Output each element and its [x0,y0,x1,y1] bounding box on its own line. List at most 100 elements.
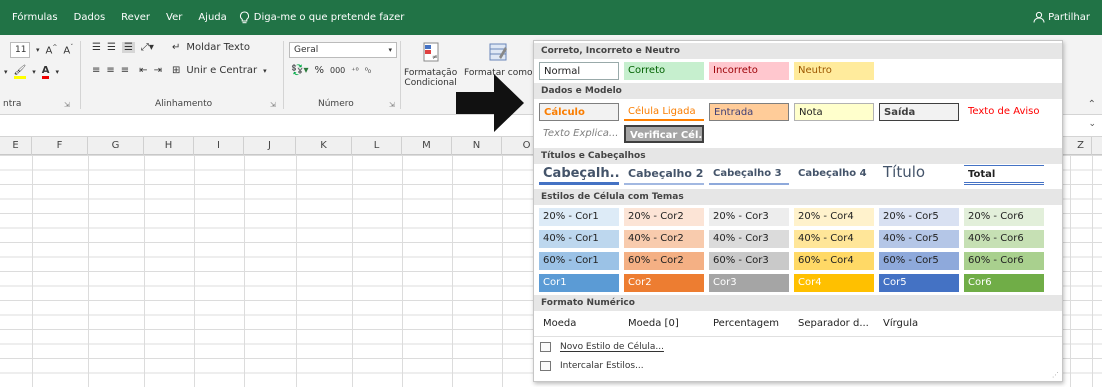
style-check-cell[interactable]: Verificar Cél... [624,125,704,143]
style-20-accent2[interactable]: 20% - Cor2 [624,208,704,226]
style-20-accent1[interactable]: 20% - Cor1 [539,208,619,226]
grow-font-icon[interactable]: A^ [46,44,58,56]
number-launcher-icon[interactable]: ⇲ [389,101,395,109]
style-40-accent3[interactable]: 40% - Cor3 [709,230,789,248]
style-60-accent4[interactable]: 60% - Cor4 [794,252,874,270]
font-color-dropdown-icon[interactable]: ▾ [55,68,59,76]
font-launcher-icon[interactable]: ⇲ [64,101,70,109]
style-heading-4[interactable]: Cabeçalho 4 [794,165,874,185]
style-accent5[interactable]: Cor5 [879,274,959,292]
style-accent3[interactable]: Cor3 [709,274,789,292]
style-comma[interactable]: Separador d... [794,315,874,333]
tab-view[interactable]: Ver [158,12,190,23]
align-left-icon[interactable]: ≡ [92,65,100,76]
style-60-accent6[interactable]: 60% - Cor6 [964,252,1044,270]
style-accent1[interactable]: Cor1 [539,274,619,292]
conditional-formatting-button[interactable]: ≠ Formatação Condicional [404,41,457,88]
formula-expand-icon[interactable]: ⌄ [1088,119,1096,129]
column-header[interactable]: I [194,137,244,155]
tab-help[interactable]: Ajuda [190,12,234,23]
style-good[interactable]: Correto [624,62,704,80]
orientation-icon[interactable]: ⤢▾ [141,42,154,53]
wrap-text-button[interactable]: Moldar Texto [186,42,250,53]
wrap-text-icon[interactable]: ↵ [172,42,180,53]
style-40-accent5[interactable]: 40% - Cor5 [879,230,959,248]
new-cell-style-item[interactable]: Novo Estilo de Célula... [540,342,664,352]
merge-styles-item[interactable]: Intercalar Estilos... [540,361,644,371]
column-header[interactable]: F [32,137,88,155]
style-20-accent6[interactable]: 20% - Cor6 [964,208,1044,226]
style-comma-0[interactable]: Vírgula [879,315,959,333]
column-header[interactable]: K [296,137,352,155]
style-explanatory-text[interactable]: Texto Explica... [539,125,619,143]
style-60-accent2[interactable]: 60% - Cor2 [624,252,704,270]
align-right-icon[interactable]: ≡ [121,65,129,76]
column-header[interactable]: M [402,137,452,155]
percent-button[interactable]: % [314,65,324,76]
alignment-launcher-icon[interactable]: ⇲ [270,101,276,109]
style-normal[interactable]: Normal [539,62,619,80]
column-header[interactable]: H [144,137,194,155]
style-calculation[interactable]: Cálculo [539,103,619,121]
style-40-accent1[interactable]: 40% - Cor1 [539,230,619,248]
style-heading-3[interactable]: Cabeçalho 3 [709,165,789,185]
style-20-accent4[interactable]: 20% - Cor4 [794,208,874,226]
number-format-combo[interactable]: Geral ▾ [289,42,397,58]
dropdown-icon[interactable]: ▾ [4,68,8,76]
column-header[interactable]: N [452,137,502,155]
currency-icon[interactable]: 💱▾ [291,65,308,76]
format-as-table-button[interactable]: Formatar como [464,41,533,78]
style-total[interactable]: Total [964,165,1044,185]
style-40-accent2[interactable]: 40% - Cor2 [624,230,704,248]
font-color-icon[interactable]: A [41,65,50,79]
style-accent4[interactable]: Cor4 [794,274,874,292]
increase-decimal-icon[interactable]: ⁺⁰ [351,66,358,75]
style-note[interactable]: Nota [794,103,874,121]
align-bottom-icon[interactable]: ☰ [121,42,135,53]
increase-indent-icon[interactable]: ⇥ [154,65,162,76]
style-warning-text[interactable]: Texto de Aviso [964,103,1049,121]
merge-center-icon[interactable]: ⊞ [172,65,180,76]
style-60-accent3[interactable]: 60% - Cor3 [709,252,789,270]
style-60-accent1[interactable]: 60% - Cor1 [539,252,619,270]
style-heading-2[interactable]: Cabeçalho 2 [624,165,704,185]
shrink-font-icon[interactable]: Aˇ [63,44,73,56]
decrease-decimal-icon[interactable]: ⁰₀ [365,66,371,75]
style-40-accent6[interactable]: 40% - Cor6 [964,230,1044,248]
style-neutral[interactable]: Neutro [794,62,874,80]
align-middle-icon[interactable]: ☰ [107,42,116,53]
resize-grip-icon[interactable]: ⋰ [1052,371,1059,379]
share-button[interactable]: Partilhar [1033,11,1090,23]
column-header[interactable]: G [88,137,144,155]
style-20-accent5[interactable]: 20% - Cor5 [879,208,959,226]
font-size-combo[interactable]: 11 [10,42,30,58]
column-header[interactable]: E [0,137,32,155]
thousands-button[interactable]: 000 [330,66,345,75]
align-center-icon[interactable]: ≡ [106,65,114,76]
font-size-dropdown-icon[interactable]: ▾ [36,46,40,54]
style-accent6[interactable]: Cor6 [964,274,1044,292]
style-40-accent4[interactable]: 40% - Cor4 [794,230,874,248]
tell-me-box[interactable]: Diga-me o que pretende fazer [239,11,404,24]
style-heading-1[interactable]: Cabeçalh... [539,165,619,185]
style-currency-0[interactable]: Moeda [0] [624,315,704,333]
fill-dropdown-icon[interactable]: ▾ [32,68,36,76]
tab-formulas[interactable]: Fórmulas [0,12,66,23]
style-title[interactable]: Título [879,163,959,185]
fill-color-icon[interactable]: 🖌 [13,65,27,79]
style-output[interactable]: Saída [879,103,959,121]
column-header[interactable]: J [244,137,296,155]
ribbon-collapse-icon[interactable]: ⌃ [1088,99,1096,110]
column-header[interactable]: Z [1070,137,1092,155]
style-linked-cell[interactable]: Célula Ligada [624,103,704,121]
merge-dropdown-icon[interactable]: ▾ [263,67,267,75]
style-20-accent3[interactable]: 20% - Cor3 [709,208,789,226]
style-currency[interactable]: Moeda [539,315,619,333]
style-percent[interactable]: Percentagem [709,315,789,333]
style-input[interactable]: Entrada [709,103,789,121]
decrease-indent-icon[interactable]: ⇤ [139,65,147,76]
tab-data[interactable]: Dados [66,12,114,23]
column-header[interactable]: L [352,137,402,155]
align-top-icon[interactable]: ☰ [92,42,101,53]
style-60-accent5[interactable]: 60% - Cor5 [879,252,959,270]
